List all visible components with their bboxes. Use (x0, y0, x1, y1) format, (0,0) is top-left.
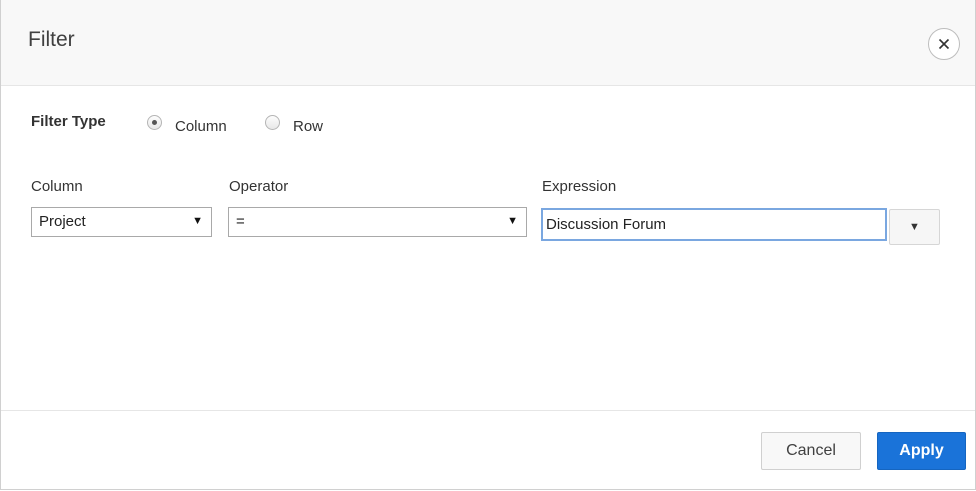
chevron-down-icon: ▼ (507, 215, 518, 227)
apply-button[interactable]: Apply (877, 432, 966, 470)
radio-column-label[interactable]: Column (175, 118, 227, 135)
operator-select[interactable]: = ▼ (228, 207, 527, 237)
dialog-title: Filter (28, 28, 75, 51)
dialog-header: Filter (1, 0, 975, 86)
operator-label: Operator (229, 178, 289, 195)
expression-options-button[interactable]: ▼ (889, 209, 940, 245)
close-button[interactable] (928, 28, 960, 60)
radio-row[interactable] (265, 115, 280, 130)
dialog-footer: Cancel Apply (1, 410, 975, 489)
column-select[interactable]: Project ▼ (31, 207, 212, 237)
operator-select-value: = (236, 213, 245, 230)
column-select-value: Project (39, 213, 86, 230)
dialog-body: Filter Type Column Row Column Operator E… (1, 86, 975, 409)
cancel-button[interactable]: Cancel (761, 432, 861, 470)
radio-row-label[interactable]: Row (293, 118, 323, 135)
filter-type-label: Filter Type (31, 113, 106, 130)
filter-dialog: Filter Filter Type Column Row Column Ope… (0, 0, 976, 490)
close-icon (938, 38, 950, 50)
expression-label: Expression (542, 178, 617, 195)
chevron-down-icon: ▼ (192, 215, 203, 227)
chevron-down-icon: ▼ (909, 221, 920, 233)
radio-column[interactable] (147, 115, 162, 130)
expression-input[interactable] (541, 208, 887, 241)
column-label: Column (31, 178, 83, 195)
